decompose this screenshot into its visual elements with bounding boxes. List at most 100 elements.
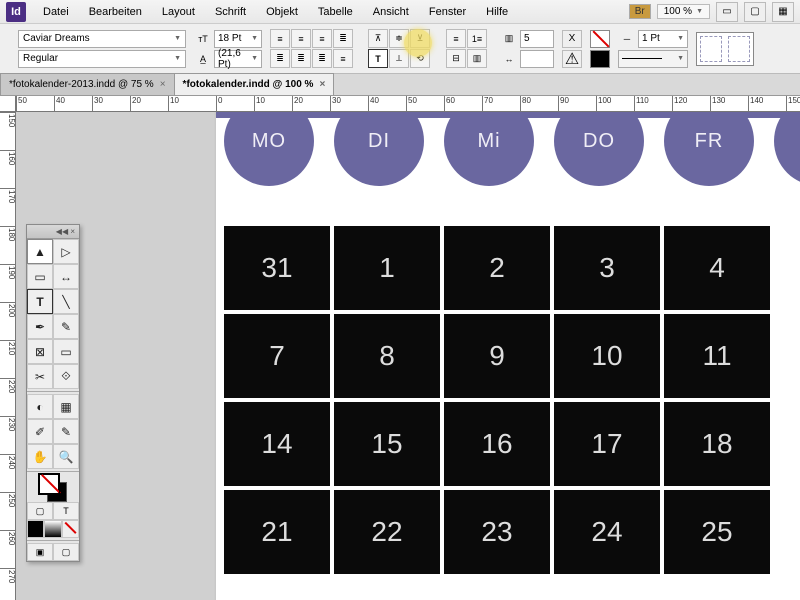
horizontal-ruler[interactable]: 5040302010010203040506070809010011012013… — [16, 96, 800, 112]
vertical-align-bottom-icon[interactable]: ⊻ — [410, 29, 430, 48]
type-tool-icon[interactable]: T — [27, 289, 53, 314]
direct-selection-tool-icon[interactable]: ▷ — [53, 239, 79, 264]
justify-right-icon[interactable]: ≣ — [291, 49, 311, 68]
menu-ansicht[interactable]: Ansicht — [364, 3, 418, 21]
day-header-do: DO — [554, 112, 644, 186]
columns-input[interactable]: 5 — [520, 30, 554, 48]
align-left-icon[interactable]: ≡ — [270, 29, 290, 48]
page-tool-icon[interactable]: ▭ — [27, 264, 53, 289]
ruler-tick: 0 — [216, 96, 222, 112]
zoom-tool-icon[interactable]: 🔍 — [53, 444, 79, 469]
fill-swatch-none-icon[interactable] — [590, 30, 610, 48]
leading-input[interactable]: (21,6 Pt)▼ — [214, 50, 262, 68]
calendar-cell: 15 — [334, 402, 440, 486]
justify-full-icon[interactable]: ≣ — [312, 49, 332, 68]
menu-fenster[interactable]: Fenster — [420, 3, 475, 21]
gradient-feather-tool-icon[interactable]: ▦ — [53, 394, 79, 419]
ruler-origin[interactable] — [0, 96, 16, 112]
note-tool-icon[interactable]: ✐ — [27, 419, 53, 444]
vertical-align-top-icon[interactable]: ⊼ — [368, 29, 388, 48]
calendar-cell: 14 — [224, 402, 330, 486]
align-right-icon[interactable]: ≡ — [312, 29, 332, 48]
hand-tool-icon[interactable]: ✋ — [27, 444, 53, 469]
close-icon[interactable]: × — [319, 79, 325, 90]
apply-color-icon[interactable] — [27, 520, 44, 538]
calendar-cell: 25 — [664, 490, 770, 574]
calendar-cell: 8 — [334, 314, 440, 398]
fill-stroke-swatch[interactable] — [27, 474, 79, 502]
rotate-text-icon[interactable]: ⟲ — [410, 49, 430, 68]
tools-panel-header[interactable]: ◀◀ × — [27, 225, 79, 239]
ruler-tick: 30 — [92, 96, 103, 112]
apply-gradient-icon[interactable] — [44, 520, 61, 538]
arrange-icon[interactable]: ▦ — [772, 2, 794, 22]
calendar-grid: 311234789101114151617182122232425 — [224, 226, 770, 574]
column-icon[interactable]: ▥ — [467, 49, 487, 68]
stroke-weight-input[interactable]: 1 Pt▼ — [638, 30, 688, 48]
baseline-icon[interactable]: ⟂ — [389, 49, 409, 68]
superscript-icon[interactable]: X — [562, 30, 582, 48]
document-tab-1[interactable]: *fotokalender-2013.indd @ 75 %× — [0, 73, 175, 95]
menu-layout[interactable]: Layout — [153, 3, 204, 21]
apply-none-icon[interactable] — [62, 520, 79, 538]
transform-tool-icon[interactable]: ⟐ — [53, 364, 79, 389]
text-frame-icon[interactable]: T — [368, 49, 388, 68]
document-tab-2[interactable]: *fotokalender.indd @ 100 %× — [174, 73, 335, 95]
stroke-swatch-icon[interactable] — [590, 50, 610, 68]
menu-hilfe[interactable]: Hilfe — [477, 3, 517, 21]
document-canvas[interactable]: MODIMiDOFRS 3112347891011141516171821222… — [16, 112, 800, 600]
font-family-select[interactable]: Caviar Dreams▼ — [18, 30, 186, 48]
bullet-list-icon[interactable]: ≡ — [446, 29, 466, 48]
vertical-align-center-icon[interactable]: ≑ — [389, 29, 409, 48]
vertical-ruler[interactable]: 150160170180190200210220230240250260270 — [0, 112, 16, 600]
pencil-tool-icon[interactable]: ✎ — [53, 314, 79, 339]
close-icon[interactable]: × — [160, 79, 166, 90]
ruler-tick: 270 — [0, 568, 16, 583]
gap-tool-icon[interactable]: ↔ — [53, 264, 79, 289]
menu-schrift[interactable]: Schrift — [206, 3, 255, 21]
ruler-tick: 150 — [786, 96, 800, 112]
menu-datei[interactable]: Datei — [34, 3, 78, 21]
menu-objekt[interactable]: Objekt — [257, 3, 307, 21]
stroke-style-select[interactable]: ▼ — [618, 50, 688, 68]
rectangle-tool-icon[interactable]: ▭ — [53, 339, 79, 364]
selection-tool-icon[interactable]: ▲ — [27, 239, 53, 264]
align-towards-spine-icon[interactable]: ≡ — [333, 49, 353, 68]
menu-bearbeiten[interactable]: Bearbeiten — [80, 3, 151, 21]
line-tool-icon[interactable]: ╲ — [53, 289, 79, 314]
eyedropper-tool-icon[interactable]: ✎ — [53, 419, 79, 444]
view-mode-normal-icon[interactable]: ▣ — [27, 543, 53, 561]
screen-mode-icon[interactable]: ▢ — [744, 2, 766, 22]
font-size-input[interactable]: 18 Pt▼ — [214, 30, 262, 48]
calendar-cell: 17 — [554, 402, 660, 486]
warning-icon[interactable]: ⚠ — [562, 50, 582, 68]
scissors-tool-icon[interactable]: ✂ — [27, 364, 53, 389]
rectangle-frame-tool-icon[interactable]: ⊠ — [27, 339, 53, 364]
calendar-cell: 3 — [554, 226, 660, 310]
gutter-input[interactable] — [520, 50, 554, 68]
ruler-tick: 210 — [0, 340, 16, 355]
ruler-tick: 230 — [0, 416, 16, 431]
justify-left-icon[interactable]: ≣ — [333, 29, 353, 48]
calendar-cell: 21 — [224, 490, 330, 574]
zoom-level[interactable]: 100 %▼ — [657, 4, 710, 19]
pen-tool-icon[interactable]: ✒ — [27, 314, 53, 339]
ruler-tick: 90 — [558, 96, 569, 112]
calendar-cell: 18 — [664, 402, 770, 486]
menu-tabelle[interactable]: Tabelle — [309, 3, 362, 21]
page-spread-preview[interactable] — [696, 32, 754, 66]
align-center-icon[interactable]: ≡ — [291, 29, 311, 48]
justify-center-icon[interactable]: ≣ — [270, 49, 290, 68]
view-mode-preview-icon[interactable]: ▢ — [53, 543, 79, 561]
view-options-icon[interactable]: ▭ — [716, 2, 738, 22]
ruler-tick: 180 — [0, 226, 16, 241]
number-list-icon[interactable]: 1≡ — [467, 29, 487, 48]
hyphen-icon[interactable]: ⊟ — [446, 49, 466, 68]
font-style-select[interactable]: Regular▼ — [18, 50, 186, 68]
bridge-icon[interactable]: Br — [629, 4, 651, 19]
apply-container-icon[interactable]: ▢ — [27, 502, 53, 520]
calendar-cell: 22 — [334, 490, 440, 574]
apply-text-icon[interactable]: T — [53, 502, 79, 520]
gradient-swatch-tool-icon[interactable]: ◐ — [27, 394, 53, 419]
tools-panel[interactable]: ◀◀ × ▲ ▷ ▭ ↔ T ╲ ✒ ✎ ⊠ ▭ ✂ ⟐ ◐ ▦ ✐ ✎ ✋ 🔍 — [26, 224, 80, 562]
